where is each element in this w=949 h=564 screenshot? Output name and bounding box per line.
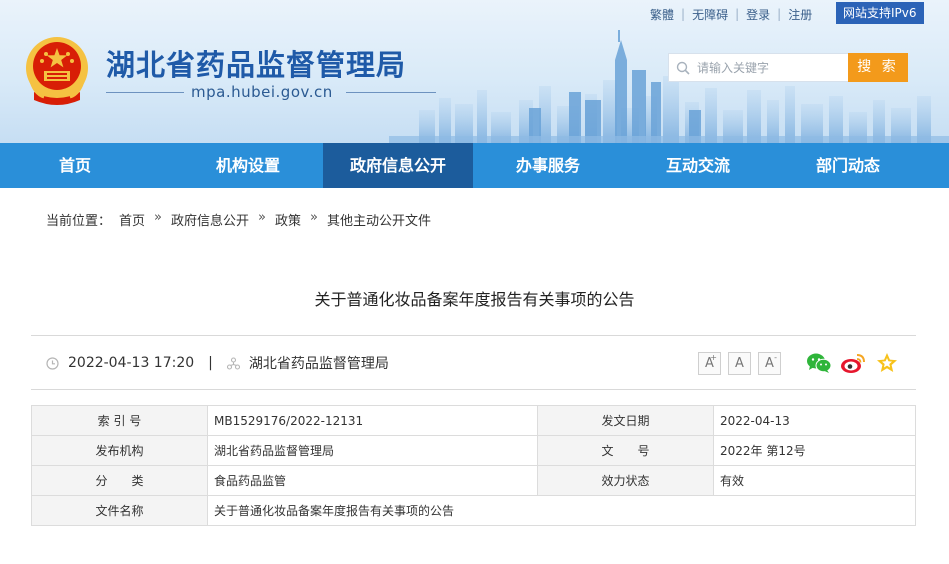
site-domain: mpa.hubei.gov.cn <box>191 83 333 101</box>
nav-item-gov-info-disclosure[interactable]: 政府信息公开 <box>323 143 473 188</box>
breadcrumb-home[interactable]: 首页 <box>119 210 145 229</box>
site-title[interactable]: 湖北省药品监督管理局 <box>106 42 406 84</box>
breadcrumb-gov-info[interactable]: 政府信息公开 <box>171 210 249 229</box>
site-header: 湖北省药品监督管理局 mpa.hubei.gov.cn 繁體 | 无障碍 | 登… <box>0 0 949 143</box>
traditional-chinese-link[interactable]: 繁體 <box>650 6 674 23</box>
article-source: 湖北省药品监督管理局 <box>248 356 389 372</box>
issue-date-label: 发文日期 <box>537 405 714 436</box>
category-label: 分 类 <box>31 465 208 496</box>
font-increase-button[interactable]: A + <box>698 351 721 375</box>
divider <box>31 389 916 390</box>
category-value: 食品药品监管 <box>207 465 538 496</box>
validity-status-value: 有效 <box>713 465 916 496</box>
font-default-button[interactable]: A <box>728 351 751 375</box>
file-name-value: 关于普通化妆品备案年度报告有关事项的公告 <box>207 495 916 526</box>
index-number-value: MB1529176/2022-12131 <box>207 405 538 436</box>
source-icon <box>226 356 240 370</box>
national-emblem-logo <box>26 37 88 105</box>
breadcrumb: 当前位置： 首页 » 政府信息公开 » 政策 » 其他主动公开文件 <box>46 210 431 229</box>
document-number-label: 文 号 <box>537 435 714 466</box>
table-row: 发布机构 湖北省药品监督管理局 文 号 2022年 第12号 <box>31 435 916 466</box>
weibo-icon[interactable] <box>840 351 866 375</box>
nav-item-home[interactable]: 首页 <box>0 143 173 188</box>
top-links: 繁體 | 无障碍 | 登录 | 注册 <box>650 2 812 26</box>
article-title: 关于普通化妆品备案年度报告有关事项的公告 <box>314 290 635 309</box>
validity-status-label: 效力状态 <box>537 465 714 496</box>
breadcrumb-other-files[interactable]: 其他主动公开文件 <box>327 210 431 229</box>
divider <box>31 335 916 336</box>
search-box <box>668 53 849 82</box>
font-decrease-button[interactable]: A- <box>758 351 781 375</box>
nav-item-department-news[interactable]: 部门动态 <box>773 143 923 188</box>
article-meta: 2022-04-13 17:20 | 湖北省药品监督管理局 <box>46 352 389 374</box>
issuing-agency-value: 湖北省药品监督管理局 <box>207 435 538 466</box>
issuing-agency-label: 发布机构 <box>31 435 208 466</box>
index-number-label: 索 引 号 <box>31 405 208 436</box>
wechat-icon[interactable] <box>806 351 832 375</box>
accessibility-link[interactable]: 无障碍 <box>692 6 728 23</box>
nav-item-organization[interactable]: 机构设置 <box>173 143 323 188</box>
divider: | <box>681 7 686 21</box>
login-link[interactable]: 登录 <box>746 6 770 23</box>
breadcrumb-separator: » <box>154 210 162 225</box>
file-name-label: 文件名称 <box>31 495 208 526</box>
search-icon <box>669 54 697 81</box>
divider: | <box>735 7 740 21</box>
table-row: 索 引 号 MB1529176/2022-12131 发文日期 2022-04-… <box>31 405 916 436</box>
divider: | <box>208 355 213 371</box>
breadcrumb-separator: » <box>258 210 266 225</box>
document-number-value: 2022年 第12号 <box>713 435 916 466</box>
table-row: 文件名称 关于普通化妆品备案年度报告有关事项的公告 <box>31 495 916 526</box>
clock-icon <box>46 356 59 370</box>
nav-item-interaction[interactable]: 互动交流 <box>623 143 773 188</box>
divider: | <box>777 7 782 21</box>
register-link[interactable]: 注册 <box>788 6 812 23</box>
nav-item-services[interactable]: 办事服务 <box>473 143 623 188</box>
favorite-icon[interactable] <box>874 351 900 375</box>
breadcrumb-label: 当前位置： <box>46 214 112 229</box>
table-row: 分 类 食品药品监管 效力状态 有效 <box>31 465 916 496</box>
site-domain-row: mpa.hubei.gov.cn <box>106 82 436 102</box>
main-nav: 首页 机构设置 政府信息公开 办事服务 互动交流 部门动态 <box>0 143 949 188</box>
article-tools: A + A A- <box>698 351 900 375</box>
breadcrumb-policy[interactable]: 政策 <box>275 210 301 229</box>
search-button[interactable]: 搜 索 <box>848 53 908 82</box>
ipv6-badge: 网站支持IPv6 <box>836 2 924 24</box>
issue-date-value: 2022-04-13 <box>713 405 916 436</box>
document-info-table: 索 引 号 MB1529176/2022-12131 发文日期 2022-04-… <box>31 405 916 526</box>
publish-datetime: 2022-04-13 17:20 <box>68 355 195 371</box>
search-input[interactable] <box>697 54 845 81</box>
breadcrumb-separator: » <box>310 210 318 225</box>
